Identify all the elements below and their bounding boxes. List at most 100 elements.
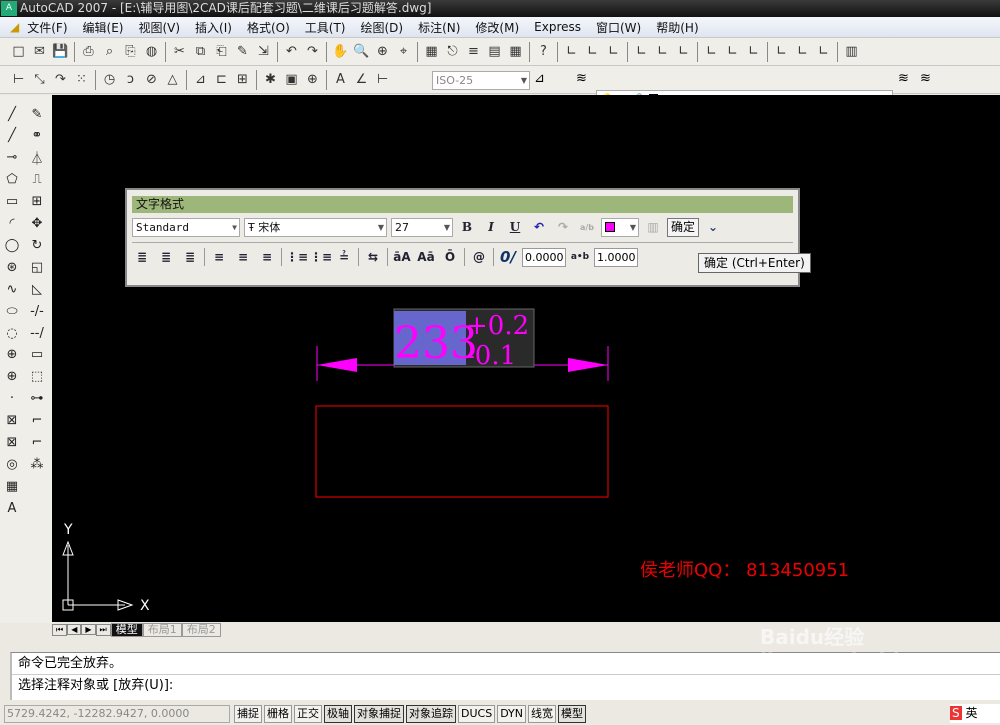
tab-nav-button[interactable]: ⏮ — [52, 623, 68, 636]
menu-item[interactable]: 编辑(E) — [83, 19, 124, 36]
modify-tool-icon[interactable]: ↻ — [26, 234, 48, 256]
toolbar-button-icon[interactable]: A — [330, 69, 351, 90]
menu-item[interactable]: 工具(T) — [305, 19, 346, 36]
draw-tool-icon[interactable]: ⊸ — [1, 147, 23, 169]
tracking-input[interactable]: 1.0000 — [594, 247, 638, 267]
toolbar-button-icon[interactable]: ⊢ — [8, 69, 29, 90]
ruler-icon[interactable]: ▥ — [643, 220, 663, 234]
toolbar-button-icon[interactable]: ∟ — [673, 41, 694, 62]
menu-item[interactable]: 插入(I) — [195, 19, 232, 36]
toolbar-button-icon[interactable]: ⊏ — [211, 69, 232, 90]
status-toggle[interactable]: 模型 — [558, 705, 587, 723]
toolbar-button-icon[interactable]: ⊞ — [232, 69, 253, 90]
menu-item[interactable]: 视图(V) — [138, 19, 180, 36]
tab-nav-button[interactable]: ▶ — [81, 624, 96, 635]
toolbar-button-icon[interactable]: ∟ — [631, 41, 652, 62]
draw-tool-icon[interactable]: ⊠ — [1, 410, 23, 432]
tab-nav-button[interactable]: ◀ — [67, 624, 82, 635]
layer-state-icon[interactable]: ≋ — [920, 71, 931, 86]
format-button-icon[interactable]: ⇆ — [363, 250, 383, 264]
font-select[interactable]: Ŧ 宋体 ▼ — [244, 217, 387, 237]
format-button-icon[interactable]: ≡ — [233, 250, 253, 264]
format-button-icon[interactable]: āA — [392, 250, 412, 264]
toolbar-button-icon[interactable]: ∟ — [743, 41, 764, 62]
toolbar-button-icon[interactable]: ✉ — [29, 41, 50, 62]
modify-tool-icon[interactable]: ✥ — [26, 213, 48, 235]
draw-tool-icon[interactable]: ⊠ — [1, 432, 23, 454]
draw-tool-icon[interactable]: · — [1, 388, 23, 410]
toolbar-button-icon[interactable]: ⎋ — [442, 41, 463, 62]
menu-app-icon[interactable]: ◢ — [10, 20, 19, 34]
toolbar-button-icon[interactable]: ⌖ — [393, 41, 414, 62]
toolbar-button-icon[interactable]: □ — [8, 41, 29, 62]
toolbar-button-icon[interactable]: △ — [162, 69, 183, 90]
toolbar-button-icon[interactable]: ∟ — [603, 41, 624, 62]
modify-tool-icon[interactable]: ◱ — [26, 256, 48, 278]
toolbar-button-icon[interactable]: ⊘ — [141, 69, 162, 90]
draw-tool-icon[interactable]: ◎ — [1, 453, 23, 475]
toolbar-button-icon[interactable]: 🔍 — [351, 41, 372, 62]
draw-tool-icon[interactable]: ⬭ — [1, 300, 23, 322]
options-button[interactable]: ⌄ — [703, 220, 723, 234]
format-button-icon[interactable]: ≟ — [334, 250, 354, 264]
menu-item[interactable]: 帮助(H) — [656, 19, 698, 36]
toolbar-button-icon[interactable]: ▣ — [281, 69, 302, 90]
status-toggle[interactable]: 线宽 — [528, 705, 557, 723]
modify-tool-icon[interactable]: ⚭ — [26, 125, 48, 147]
menu-item[interactable]: Express — [534, 20, 581, 34]
draw-tool-icon[interactable]: ⊛ — [1, 256, 23, 278]
draw-tool-icon[interactable]: ◌ — [1, 322, 23, 344]
command-prompt[interactable]: 选择注释对象或 [放弃(U)]: — [12, 675, 1000, 697]
status-toggle[interactable]: 正交 — [294, 705, 322, 723]
toolbar-button-icon[interactable]: ▦ — [421, 41, 442, 62]
bold-button[interactable]: B — [457, 220, 477, 234]
autocad-logo-icon[interactable]: A — [1, 1, 17, 16]
toolbar-button-icon[interactable]: ∠ — [351, 69, 372, 90]
modify-tool-icon[interactable]: ⬚ — [26, 366, 48, 388]
toolbar-button-icon[interactable]: ∟ — [792, 41, 813, 62]
italic-button[interactable]: I — [481, 220, 501, 234]
toolbar-button-icon[interactable]: 💾 — [50, 41, 71, 62]
menu-item[interactable]: 修改(M) — [475, 19, 519, 36]
oblique-angle-input[interactable]: 0.0000 — [522, 247, 566, 267]
layout-tab[interactable]: 布局1 — [142, 622, 182, 637]
modify-tool-icon[interactable]: ⊶ — [26, 388, 48, 410]
status-toggle[interactable]: 捕捉 — [234, 705, 262, 723]
draw-tool-icon[interactable]: ╱ — [1, 125, 23, 147]
draw-tool-icon[interactable]: A — [1, 497, 23, 519]
toolbar-button-icon[interactable]: ∟ — [701, 41, 722, 62]
menu-item[interactable]: 绘图(D) — [360, 19, 403, 36]
toolbar-button-icon[interactable]: ✱ — [260, 69, 281, 90]
format-button-icon[interactable]: Ō — [440, 250, 460, 264]
underline-button[interactable]: U — [505, 220, 525, 234]
draw-tool-icon[interactable]: ⬠ — [1, 169, 23, 191]
toolbar-button-icon[interactable]: ⎗ — [211, 41, 232, 62]
toolbar-button-icon[interactable]: ∟ — [722, 41, 743, 62]
modify-tool-icon[interactable]: ⏃ — [26, 147, 48, 169]
text-color-select[interactable]: ▼ — [601, 217, 639, 237]
toolbar-button-icon[interactable]: ↷ — [50, 69, 71, 90]
draw-tool-icon[interactable]: ∿ — [1, 278, 23, 300]
format-button-icon[interactable]: ⋮≡ — [310, 250, 332, 264]
toolbar-button-icon[interactable]: ✂ — [169, 41, 190, 62]
draw-tool-icon[interactable]: ╱ — [1, 103, 23, 125]
toolbar-button-icon[interactable]: ⌕ — [99, 41, 120, 62]
toolbar-button-icon[interactable]: ▦ — [505, 41, 526, 62]
ime-indicator[interactable]: S 英 — [950, 704, 1000, 723]
dim-style-select[interactable]: ISO-25 ▼ — [432, 71, 530, 90]
modify-tool-icon[interactable]: ⌐ — [26, 432, 48, 454]
toolbar-button-icon[interactable]: ⊿ — [190, 69, 211, 90]
draw-tool-icon[interactable]: ▦ — [1, 475, 23, 497]
toolbar-button-icon[interactable]: ↶ — [281, 41, 302, 62]
toolbar-button-icon[interactable]: ◷ — [99, 69, 120, 90]
layer-manager-icon[interactable]: ≋ — [576, 71, 587, 86]
toolbar-button-icon[interactable]: ⧉ — [190, 41, 211, 62]
modify-tool-icon[interactable]: ⎍ — [26, 169, 48, 191]
format-button-icon[interactable]: @ — [469, 250, 489, 264]
toolbar-button-icon[interactable]: ∟ — [652, 41, 673, 62]
format-button-icon[interactable]: ≣ — [180, 250, 200, 264]
layout-tab[interactable]: 模型 — [110, 622, 143, 637]
modify-tool-icon[interactable]: ⊞ — [26, 191, 48, 213]
text-style-select[interactable]: Standard ▼ — [132, 217, 240, 237]
menu-item[interactable]: 窗口(W) — [596, 19, 641, 36]
